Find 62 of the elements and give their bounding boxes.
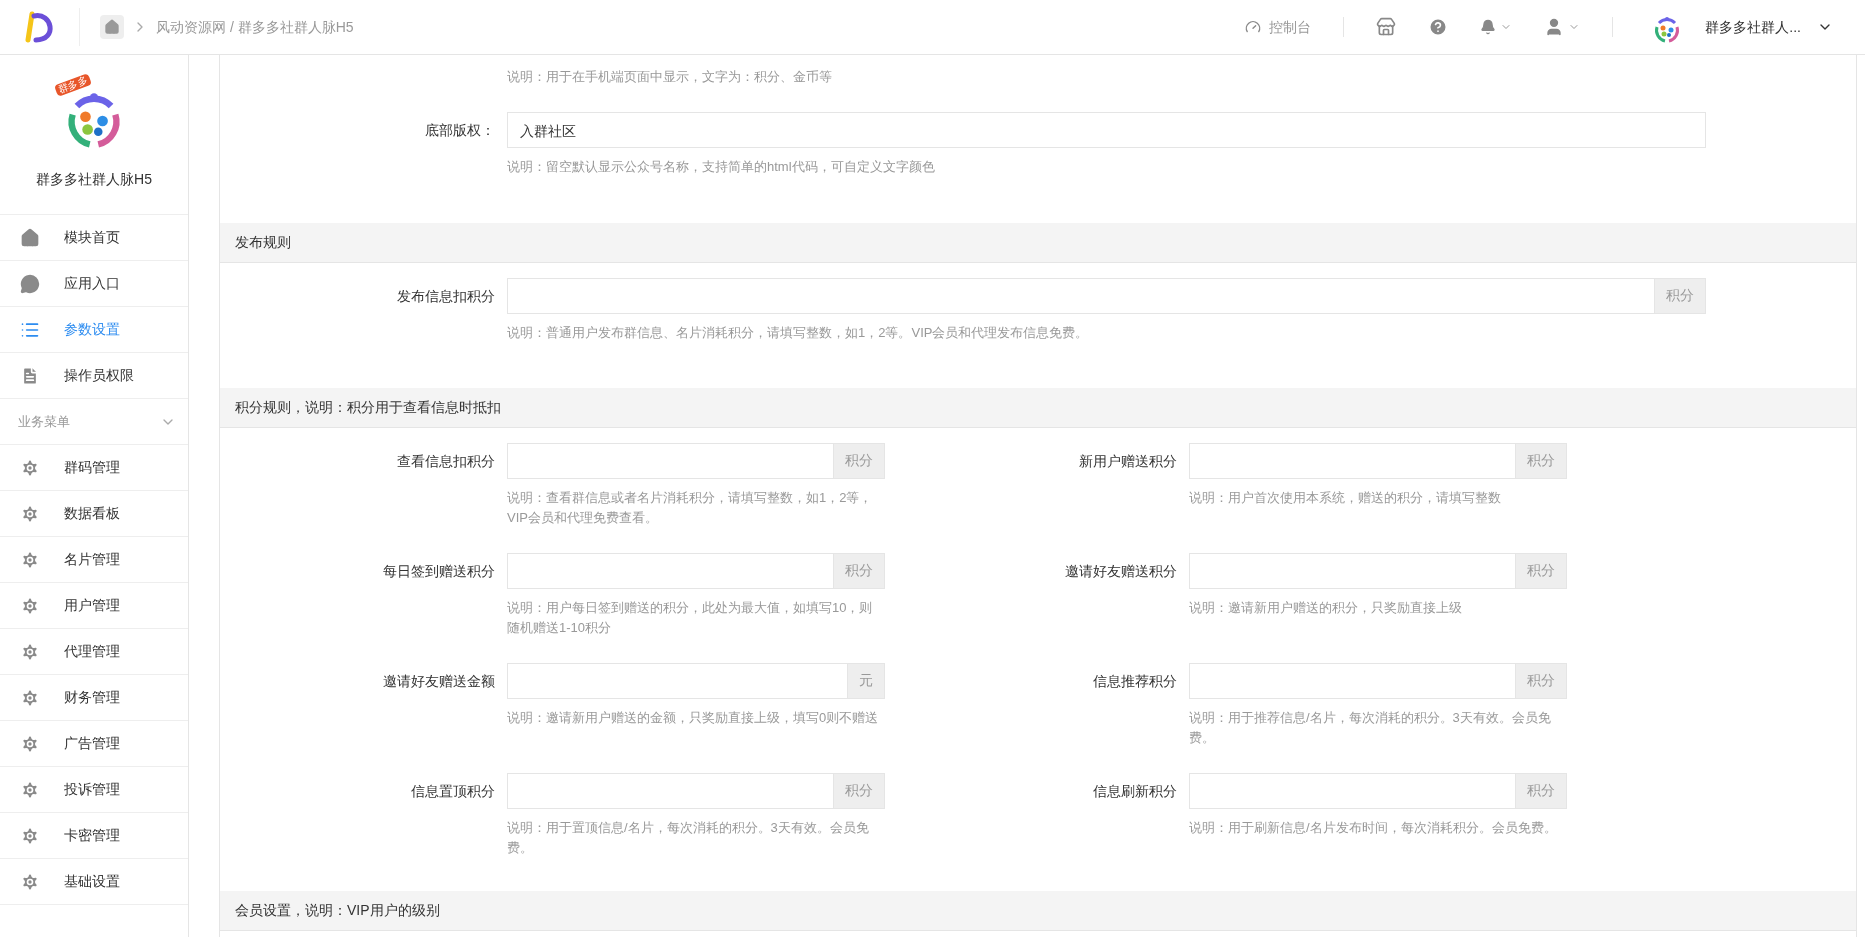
field-label: 信息刷新积分: [1092, 781, 1178, 801]
store-icon[interactable]: [1376, 17, 1397, 37]
field-label: 新用户赠送积分: [1078, 451, 1178, 471]
field-label: 邀请好友赠送积分: [1064, 561, 1178, 581]
sidebar-item[interactable]: 基础设置: [64, 871, 120, 892]
sidebar-item[interactable]: 参数设置: [64, 319, 120, 340]
field-label: 查看信息扣积分: [396, 451, 496, 471]
gear-icon: [20, 825, 40, 846]
gear-icon: [20, 687, 40, 708]
chat-icon: [20, 273, 40, 294]
home-button[interactable]: [100, 15, 124, 39]
home-icon: [20, 227, 40, 248]
sidebar-item[interactable]: 数据看板: [64, 503, 120, 524]
sidebar-item[interactable]: 广告管理: [64, 733, 120, 754]
account-name[interactable]: 群多多社群人...: [1705, 16, 1801, 38]
field-label: 邀请好友赠送金额: [382, 671, 496, 691]
sidebar-item[interactable]: 财务管理: [64, 687, 120, 708]
sidebar-item[interactable]: 投诉管理: [64, 779, 120, 800]
gear-icon: [20, 871, 40, 892]
logo-badge: 群多多: [54, 73, 92, 97]
bell-icon[interactable]: [1480, 19, 1497, 35]
gear-icon: [20, 549, 40, 570]
sidebar-item[interactable]: 卡密管理: [64, 825, 120, 846]
sidebar-item[interactable]: 群码管理: [64, 457, 120, 478]
field-note: 说明：留空默认显示公众号名称，支持简单的html代码，可自定义文字颜色: [507, 157, 936, 176]
points-input[interactable]: 入群社区: [507, 111, 1706, 148]
home-icon: [104, 19, 120, 35]
sidebar-item[interactable]: 应用入口: [64, 273, 120, 294]
field-label: 信息推荐积分: [1092, 671, 1178, 691]
section-title: 积分规则，说明：积分用于查看信息时抵扣: [235, 397, 501, 417]
sidebar-item[interactable]: 代理管理: [64, 641, 120, 662]
field-label: 每日签到赠送积分: [382, 561, 496, 581]
field-note: 说明：普通用户发布群信息、名片消耗积分，请填写整数，如1，2等。VIP会员和代理发布信息免费。: [507, 323, 1090, 342]
field-note: 说明：查看群信息或者名片消耗积分，请填写整数，如1，2等，VIP会员和代理免费查看。: [507, 488, 874, 527]
input-value: 入群社区: [519, 121, 577, 141]
section-title: 发布规则: [235, 232, 291, 252]
gear-icon: [20, 595, 40, 616]
app-name: 群多多社群人脉H5: [36, 170, 152, 189]
field-note: 说明：邀请新用户赠送的金额，只奖励直接上级，填写0则不赠送: [507, 708, 880, 727]
gear-icon: [20, 457, 40, 478]
gear-icon: [20, 641, 40, 662]
sidebar-item[interactable]: 操作员权限: [64, 365, 134, 386]
field-note: 说明：邀请新用户赠送的积分，只奖励直接上级: [1189, 598, 1463, 617]
section-title: 会员设置，说明：VIP用户的级别: [235, 900, 440, 920]
field-note: 说明：用于在手机端页面中显示，文字为：积分、金币等: [507, 68, 833, 86]
field-note: 说明：用户每日签到赠送的积分，此处为最大值，如填写10，则随机赠送1-10积分: [507, 598, 874, 637]
field-note: 说明：用于推荐信息/名片，每次消耗的积分。3天有效。会员免费。: [1189, 708, 1552, 747]
sidebar-item[interactable]: 名片管理: [64, 549, 120, 570]
field-note: 说明：用于置顶信息/名片，每次消耗的积分。3天有效。会员免费。: [507, 818, 870, 857]
field-label: 信息置顶积分: [410, 781, 496, 801]
field-note: 说明：用户首次使用本系统，赠送的积分，请填写整数: [1189, 488, 1502, 507]
gear-icon: [20, 733, 40, 754]
gear-icon: [20, 503, 40, 524]
field-note: 说明：用于刷新信息/名片发布时间，每次消耗积分。会员免费。: [1189, 818, 1558, 837]
sidebar-item[interactable]: 模块首页: [64, 227, 120, 248]
field-label: 底部版权：: [424, 120, 496, 140]
help-icon[interactable]: [1428, 17, 1449, 37]
field-label: 发布信息扣积分: [396, 286, 496, 306]
gear-icon: [20, 779, 40, 800]
brand-logo-icon: [23, 10, 56, 44]
sidebar-item[interactable]: 用户管理: [64, 595, 120, 616]
dashboard-icon: [1245, 19, 1262, 35]
